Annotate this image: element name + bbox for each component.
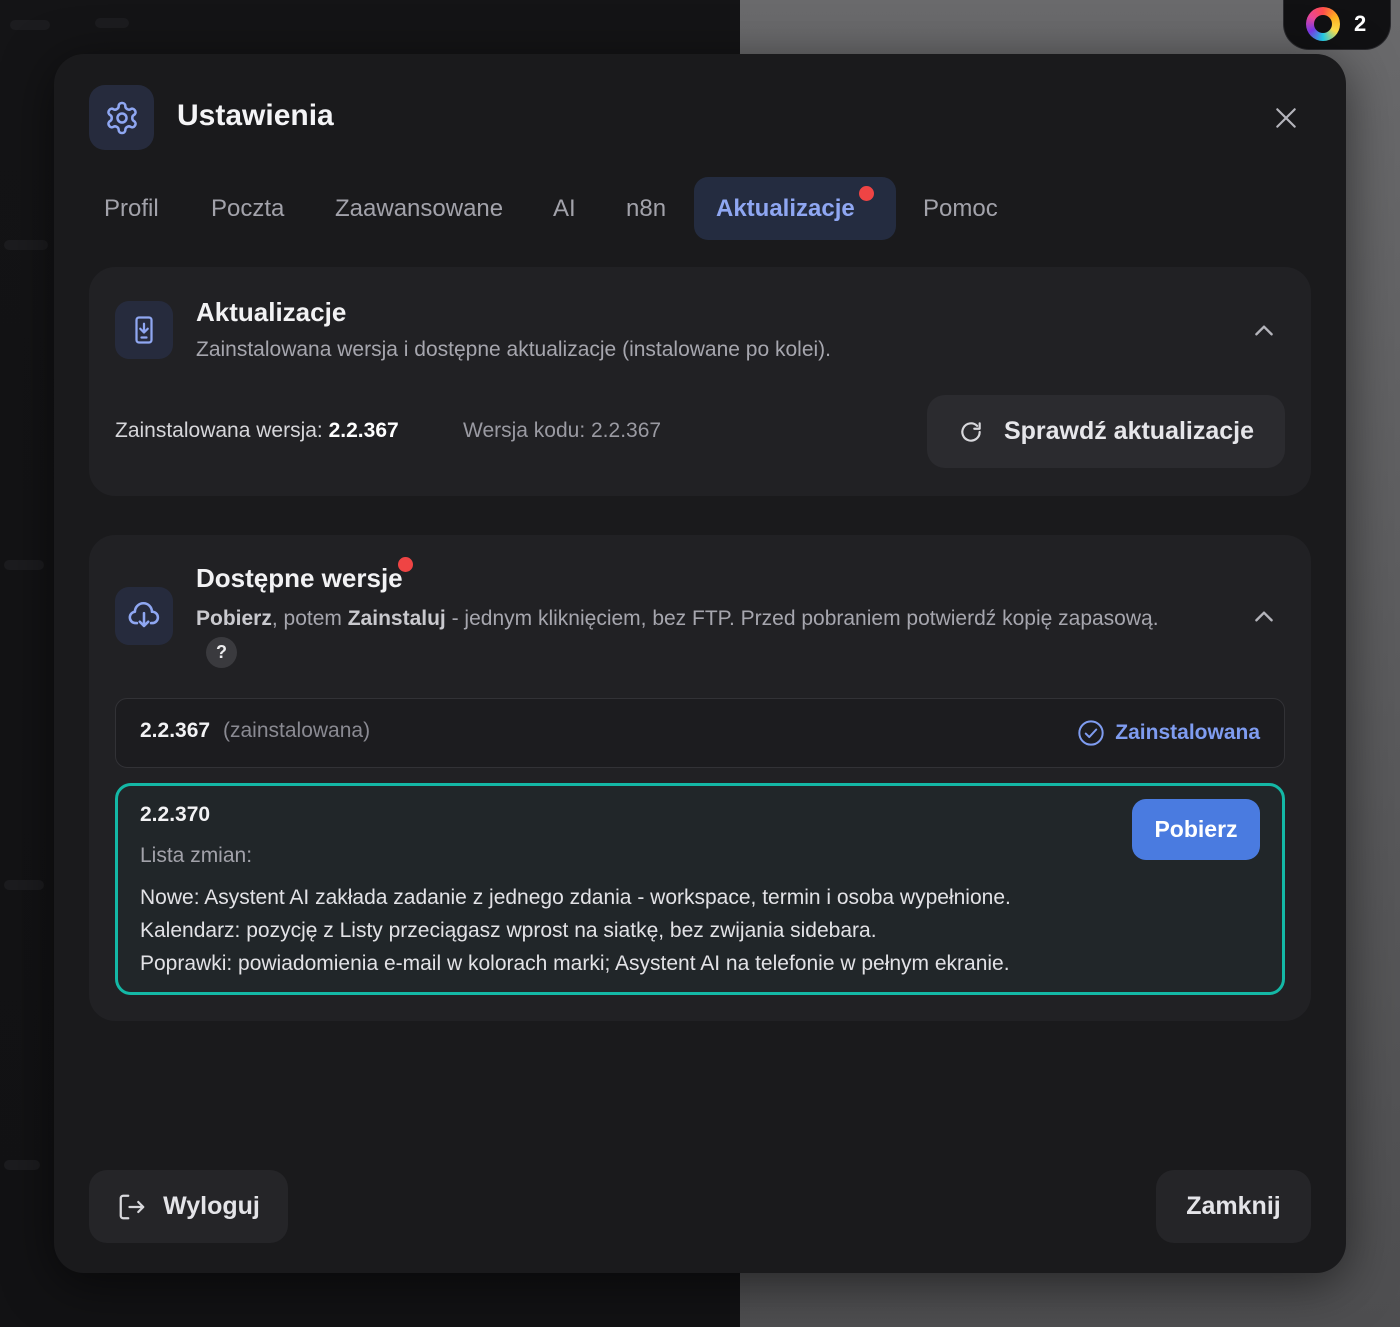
tab-pomoc[interactable]: Pomoc: [923, 177, 998, 240]
changelog-list: Nowe: Asystent AI zakłada zadanie z jedn…: [140, 881, 1011, 980]
version-number: 2.2.367: [140, 719, 211, 742]
notification-badge[interactable]: 2: [1283, 0, 1391, 50]
logout-icon: [119, 1194, 145, 1219]
close-button[interactable]: Zamknij: [1156, 1170, 1311, 1243]
ghost-element: [4, 880, 44, 890]
check-circle-icon: [1078, 720, 1104, 746]
tab-ai[interactable]: AI: [553, 177, 576, 240]
notification-dot: [859, 186, 874, 201]
settings-modal: Ustawienia Profil Poczta Zaawansowane AI…: [54, 54, 1346, 1273]
version-number: 2.2.370: [140, 803, 211, 826]
notification-dot: [398, 557, 413, 572]
logout-button[interactable]: Wyloguj: [89, 1170, 288, 1243]
tab-zaawansowane[interactable]: Zaawansowane: [335, 177, 503, 240]
version-note: (zainstalowana): [223, 719, 371, 742]
available-versions-card: Dostępne wersje Pobierz, potem Zainstalu…: [89, 535, 1311, 1021]
check-updates-button[interactable]: Sprawdź aktualizacje: [927, 395, 1285, 468]
version-row-available: 2.2.370 Lista zmian: Nowe: Asystent AI z…: [115, 783, 1285, 995]
tab-n8n[interactable]: n8n: [626, 177, 666, 240]
updates-title: Aktualizacje: [196, 297, 347, 327]
version-row-installed: 2.2.367 (zainstalowana) Zainstalowana: [115, 698, 1285, 768]
available-title: Dostępne wersje: [196, 563, 403, 593]
available-description: Pobierz, potem Zainstaluj - jednym klikn…: [196, 607, 1159, 630]
changelog-label: Lista zmian:: [140, 844, 253, 867]
ghost-element: [4, 1160, 40, 1170]
gear-icon: [89, 85, 154, 150]
changelog-item: Poprawki: powiadomienia e-mail w kolorac…: [140, 952, 1010, 975]
badge-count: 2: [1354, 10, 1367, 36]
tab-profil[interactable]: Profil: [104, 177, 159, 240]
ghost-element: [4, 240, 48, 250]
chevron-up-icon[interactable]: [1249, 316, 1279, 346]
installed-version: Zainstalowana wersja: 2.2.367: [115, 419, 399, 442]
ghost-element: [95, 18, 129, 28]
ring-logo-icon: [1306, 6, 1340, 41]
ghost-element: [10, 20, 50, 30]
installed-status: Zainstalowana: [1077, 719, 1260, 747]
download-button[interactable]: Pobierz: [1132, 799, 1260, 860]
modal-title: Ustawienia: [177, 99, 334, 132]
code-version: Wersja kodu: 2.2.367: [463, 419, 662, 442]
download-phone-icon: [115, 301, 173, 359]
chevron-up-icon[interactable]: [1249, 602, 1279, 632]
changelog-item: Kalendarz: pozycję z Listy przeciągasz w…: [140, 919, 877, 942]
tab-aktualizacje[interactable]: Aktualizacje: [694, 177, 896, 240]
updates-subtitle: Zainstalowana wersja i dostępne aktualiz…: [196, 338, 832, 361]
help-button[interactable]: ?: [206, 637, 237, 668]
changelog-item: Nowe: Asystent AI zakłada zadanie z jedn…: [140, 886, 1011, 909]
refresh-icon: [961, 421, 981, 442]
tab-poczta[interactable]: Poczta: [211, 177, 284, 240]
tab-bar: Profil Poczta Zaawansowane AI n8n Aktual…: [81, 177, 1041, 240]
updates-card: Aktualizacje Zainstalowana wersja i dost…: [89, 267, 1311, 496]
close-icon[interactable]: [1266, 98, 1306, 138]
ghost-element: [4, 560, 44, 570]
cloud-download-icon: [115, 587, 173, 645]
